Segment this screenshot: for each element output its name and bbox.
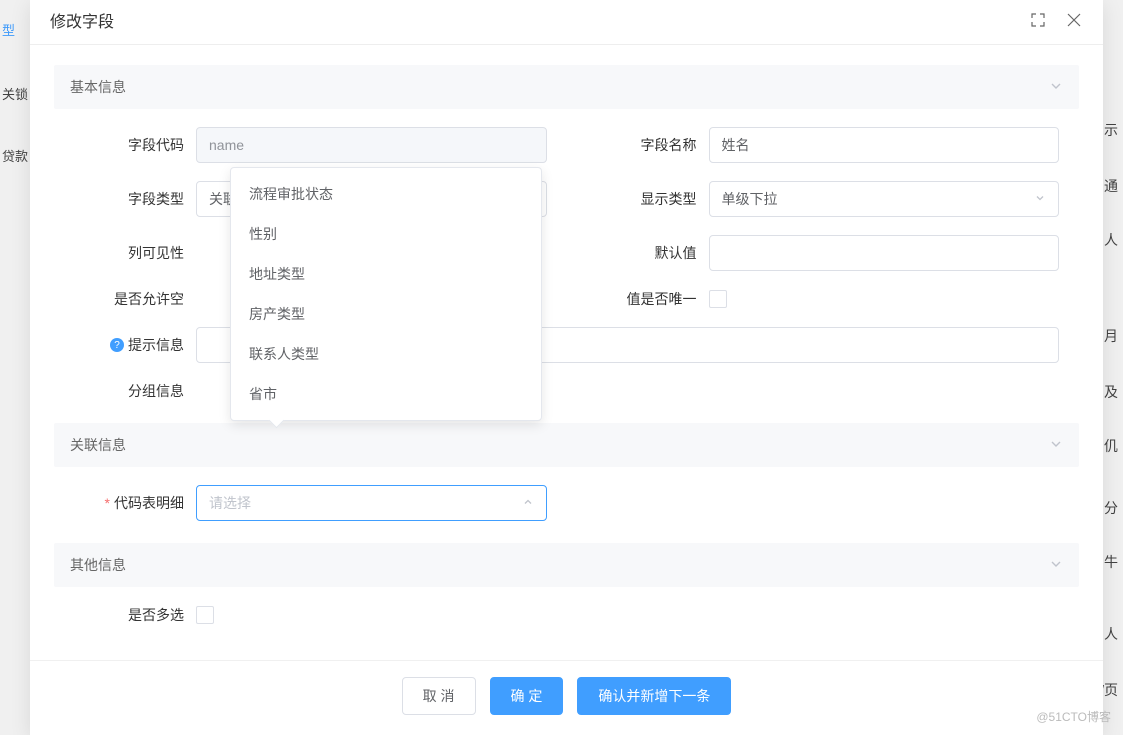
label-field-code: 字段代码 (74, 135, 184, 155)
modal-title: 修改字段 (50, 8, 114, 32)
label-group-info: 分组信息 (74, 381, 184, 401)
row-default-value: 默认值 (587, 235, 1060, 271)
label-default-value: 默认值 (587, 243, 697, 263)
row-tip-info: ? 提示信息 (74, 327, 1059, 363)
section-other-title: 其他信息 (70, 555, 126, 575)
checkbox-multi-select[interactable] (196, 606, 214, 624)
modal-header: 修改字段 (30, 0, 1103, 45)
label-field-type: 字段类型 (74, 189, 184, 209)
dropdown-option[interactable]: 房产类型 (231, 294, 541, 334)
select-code-table-detail[interactable]: 请选择 (196, 485, 547, 521)
input-field-code (196, 127, 547, 163)
label-value-unique: 值是否唯一 (587, 289, 697, 309)
dropdown-option[interactable]: 性别 (231, 214, 541, 254)
dropdown-panel: 流程审批状态 性别 地址类型 房产类型 联系人类型 省市 (230, 167, 542, 421)
checkbox-value-unique[interactable] (709, 290, 727, 308)
chevron-down-icon (1049, 79, 1063, 96)
select-code-table-placeholder: 请选择 (209, 493, 251, 513)
section-basic-title: 基本信息 (70, 77, 126, 97)
required-mark: * (105, 495, 110, 511)
section-other-header[interactable]: 其他信息 (54, 543, 1079, 587)
row-display-type: 显示类型 单级下拉 (587, 181, 1060, 217)
label-allow-null: 是否允许空 (74, 289, 184, 309)
dropdown-option[interactable]: 流程审批状态 (231, 174, 541, 214)
chevron-down-icon (1034, 191, 1046, 207)
chevron-down-icon (1049, 437, 1063, 454)
basic-form: 字段代码 字段名称 字段类型 关联-码表 显示类型 (54, 127, 1079, 423)
chevron-up-icon (522, 495, 534, 511)
label-code-table-detail-text: 代码表明细 (114, 493, 184, 513)
label-col-visible: 列可见性 (74, 243, 184, 263)
fullscreen-icon[interactable] (1029, 11, 1047, 29)
dropdown-option[interactable]: 省市 (231, 374, 541, 414)
select-display-type-value: 单级下拉 (722, 189, 778, 209)
label-multi-select: 是否多选 (74, 605, 184, 625)
dropdown-option[interactable]: 地址类型 (231, 254, 541, 294)
select-display-type[interactable]: 单级下拉 (709, 181, 1060, 217)
confirm-button[interactable]: 确 定 (490, 677, 564, 715)
modal-dialog: 修改字段 基本信息 字段代码 (30, 0, 1103, 735)
label-display-type: 显示类型 (587, 189, 697, 209)
header-actions (1029, 11, 1083, 29)
dropdown-option[interactable]: 联系人类型 (231, 334, 541, 374)
chevron-down-icon (1049, 557, 1063, 574)
modal-overlay: 修改字段 基本信息 字段代码 (0, 0, 1123, 735)
help-icon[interactable]: ? (110, 338, 124, 352)
relation-form: * 代码表明细 请选择 (54, 485, 1079, 543)
row-code-table-detail: * 代码表明细 请选择 (74, 485, 547, 521)
input-default-value[interactable] (709, 235, 1060, 271)
row-field-name: 字段名称 (587, 127, 1060, 163)
other-form: 是否多选 (54, 605, 1079, 647)
input-field-name[interactable] (709, 127, 1060, 163)
section-relation-title: 关联信息 (70, 435, 126, 455)
section-relation-header[interactable]: 关联信息 (54, 423, 1079, 467)
row-value-unique: 值是否唯一 (587, 289, 1060, 309)
label-tip-info-text: 提示信息 (128, 335, 184, 355)
watermark: @51CTO博客 (1036, 708, 1111, 725)
confirm-next-button[interactable]: 确认并新增下一条 (577, 677, 731, 715)
row-field-code: 字段代码 (74, 127, 547, 163)
row-multi-select: 是否多选 (74, 605, 547, 625)
section-basic-header[interactable]: 基本信息 (54, 65, 1079, 109)
modal-footer: 取 消 确 定 确认并新增下一条 (30, 660, 1103, 735)
label-code-table-detail: * 代码表明细 (74, 493, 184, 513)
label-tip-info: ? 提示信息 (74, 335, 184, 355)
close-icon[interactable] (1065, 11, 1083, 29)
cancel-button[interactable]: 取 消 (402, 677, 476, 715)
label-field-name: 字段名称 (587, 135, 697, 155)
modal-body[interactable]: 基本信息 字段代码 字段名称 字段类型 关联-码表 (30, 45, 1103, 660)
